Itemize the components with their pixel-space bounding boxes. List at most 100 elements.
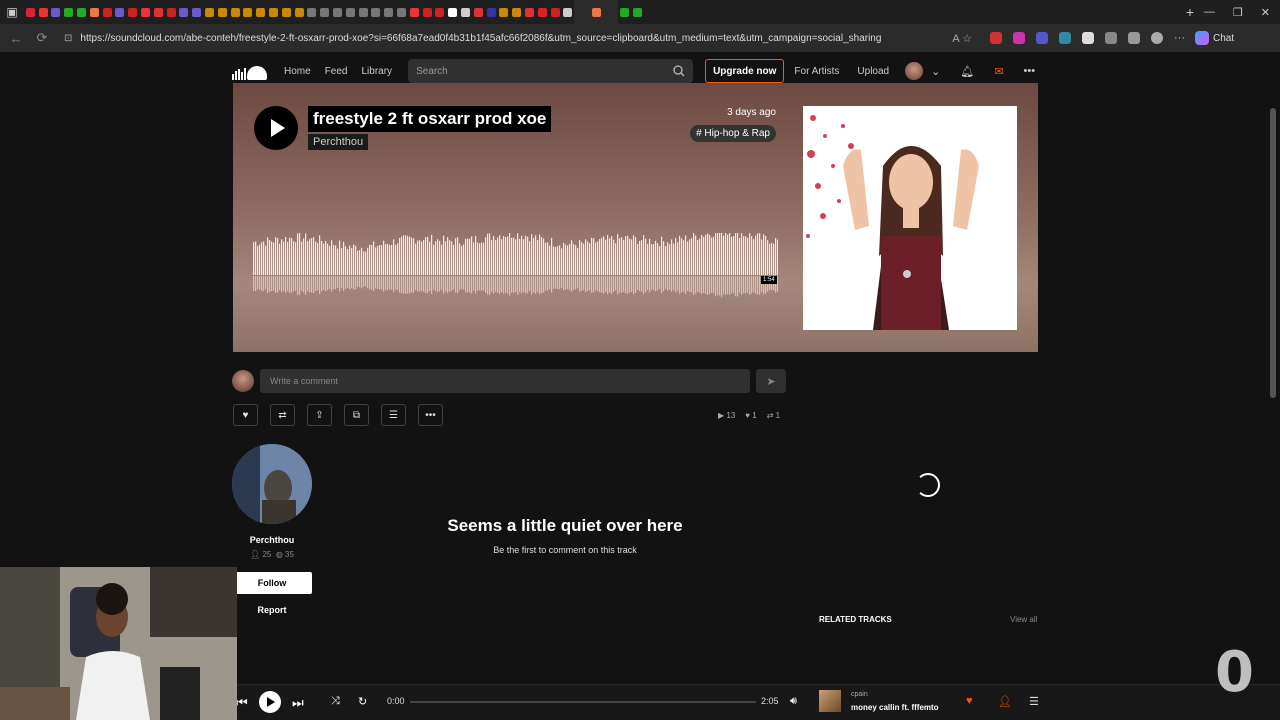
browser-tab[interactable] xyxy=(229,0,242,24)
genre-tag[interactable]: # Hip-hop & Rap xyxy=(690,125,776,142)
browser-tab[interactable] xyxy=(497,0,510,24)
browser-tab[interactable] xyxy=(631,0,644,24)
search-icon[interactable] xyxy=(673,65,685,77)
url-field[interactable]: ⊡ https://soundcloud.com/abe-conteh/free… xyxy=(60,27,980,49)
messages-icon[interactable]: ✉ xyxy=(994,65,1003,78)
browser-tab[interactable] xyxy=(485,0,498,24)
browser-tab[interactable] xyxy=(408,0,421,24)
browser-tab[interactable] xyxy=(203,0,216,24)
extension-icon[interactable] xyxy=(990,32,1002,44)
player-play-button[interactable] xyxy=(259,691,281,713)
like-icon[interactable]: ♥ xyxy=(966,695,973,707)
browser-tab[interactable] xyxy=(523,0,536,24)
browser-tab[interactable] xyxy=(62,0,75,24)
share-button[interactable]: ⇪ xyxy=(307,404,332,426)
window-menu-icon[interactable]: ▣ xyxy=(0,0,24,24)
queue-icon[interactable]: ☰ xyxy=(1029,695,1039,708)
browser-tab[interactable] xyxy=(152,0,165,24)
new-tab-icon[interactable]: + xyxy=(1176,4,1204,20)
favorites-icon[interactable] xyxy=(1128,32,1140,44)
browser-tab[interactable] xyxy=(574,0,619,24)
nav-library[interactable]: Library xyxy=(361,66,392,77)
browser-tab[interactable] xyxy=(421,0,434,24)
browser-tab[interactable] xyxy=(37,0,50,24)
volume-icon[interactable]: 🔊︎ xyxy=(790,695,797,708)
browser-tab[interactable] xyxy=(446,0,459,24)
browser-tab[interactable] xyxy=(75,0,88,24)
more-button[interactable]: ••• xyxy=(418,404,443,426)
browser-tab[interactable] xyxy=(190,0,203,24)
search-input[interactable]: Search xyxy=(408,59,694,83)
extension-icon[interactable] xyxy=(1013,32,1025,44)
browser-tab[interactable] xyxy=(549,0,562,24)
browser-tab[interactable] xyxy=(114,0,127,24)
notifications-bell-icon[interactable]: 🔔︎ xyxy=(960,65,974,78)
artist-avatar[interactable] xyxy=(232,444,312,524)
browser-tab[interactable] xyxy=(216,0,229,24)
browser-tab[interactable] xyxy=(178,0,191,24)
now-playing-artwork[interactable] xyxy=(819,690,841,712)
site-info-icon[interactable]: ⊡ xyxy=(64,33,72,44)
browser-tab[interactable] xyxy=(561,0,574,24)
copilot-chat-button[interactable]: Chat xyxy=(1195,31,1234,45)
browser-tab[interactable] xyxy=(618,0,631,24)
browser-tab[interactable] xyxy=(50,0,63,24)
browser-tab[interactable] xyxy=(536,0,549,24)
track-artist-link[interactable]: Perchthou xyxy=(308,134,369,150)
minimize-icon[interactable]: — xyxy=(1204,6,1215,18)
now-playing-artist[interactable]: cpain xyxy=(851,691,868,698)
nav-feed[interactable]: Feed xyxy=(325,66,348,77)
user-avatar[interactable] xyxy=(905,62,924,80)
like-button[interactable]: ♥ xyxy=(233,404,258,426)
browser-tab[interactable] xyxy=(88,0,101,24)
follow-icon[interactable]: 👤︎ xyxy=(998,695,1012,708)
extension-icon[interactable] xyxy=(1036,32,1048,44)
browser-tab[interactable] xyxy=(139,0,152,24)
browser-tab[interactable] xyxy=(318,0,331,24)
more-options-icon[interactable]: ••• xyxy=(1024,65,1036,77)
browser-tab[interactable] xyxy=(24,0,37,24)
report-button[interactable]: Report xyxy=(232,605,312,615)
browser-tab[interactable] xyxy=(510,0,523,24)
follow-button[interactable]: Follow xyxy=(232,572,312,594)
progress-bar[interactable] xyxy=(410,701,756,703)
repeat-icon[interactable]: ↻ xyxy=(358,695,367,708)
browser-tab[interactable] xyxy=(280,0,293,24)
browser-tab[interactable] xyxy=(254,0,267,24)
browser-tab[interactable] xyxy=(331,0,344,24)
page-scrollbar[interactable] xyxy=(1270,108,1276,398)
nav-home[interactable]: Home xyxy=(284,66,311,77)
send-comment-icon[interactable]: ➤ xyxy=(756,369,786,393)
browser-tab[interactable] xyxy=(395,0,408,24)
browser-tab[interactable] xyxy=(459,0,472,24)
browser-tab[interactable] xyxy=(126,0,139,24)
browser-tab[interactable] xyxy=(370,0,383,24)
now-playing-title[interactable]: money callin ft. fffemto xyxy=(851,703,939,712)
view-all-link[interactable]: View all xyxy=(1010,615,1037,624)
restore-icon[interactable]: ❐ xyxy=(1233,6,1243,19)
upload-link[interactable]: Upload xyxy=(857,66,889,77)
browser-tab[interactable] xyxy=(344,0,357,24)
favorite-star-icon[interactable]: A ☆ xyxy=(952,32,980,45)
reload-icon[interactable]: ⟳ xyxy=(34,30,50,46)
for-artists-link[interactable]: For Artists xyxy=(794,66,839,77)
upgrade-now-button[interactable]: Upgrade now xyxy=(705,59,785,83)
more-icon[interactable]: ··· xyxy=(1174,32,1185,44)
back-icon[interactable]: ← xyxy=(8,31,24,46)
profile-icon[interactable] xyxy=(1151,32,1163,44)
browser-tab[interactable] xyxy=(242,0,255,24)
shuffle-icon[interactable]: ⤨ xyxy=(331,695,340,708)
browser-tab[interactable] xyxy=(293,0,306,24)
chevron-down-icon[interactable]: ⌄ xyxy=(931,65,940,78)
browser-tab[interactable] xyxy=(382,0,395,24)
browser-tab[interactable] xyxy=(267,0,280,24)
extensions-puzzle-icon[interactable] xyxy=(1105,32,1117,44)
repost-button[interactable]: ⇄ xyxy=(270,404,295,426)
artist-name[interactable]: Perchthou xyxy=(232,535,312,545)
add-to-playlist-button[interactable]: ☰ xyxy=(381,404,406,426)
browser-tab[interactable] xyxy=(101,0,114,24)
copy-link-button[interactable]: ⧉ xyxy=(344,404,369,426)
waveform[interactable] xyxy=(253,233,778,303)
close-window-icon[interactable]: ✕ xyxy=(1261,6,1270,19)
browser-tab[interactable] xyxy=(306,0,319,24)
